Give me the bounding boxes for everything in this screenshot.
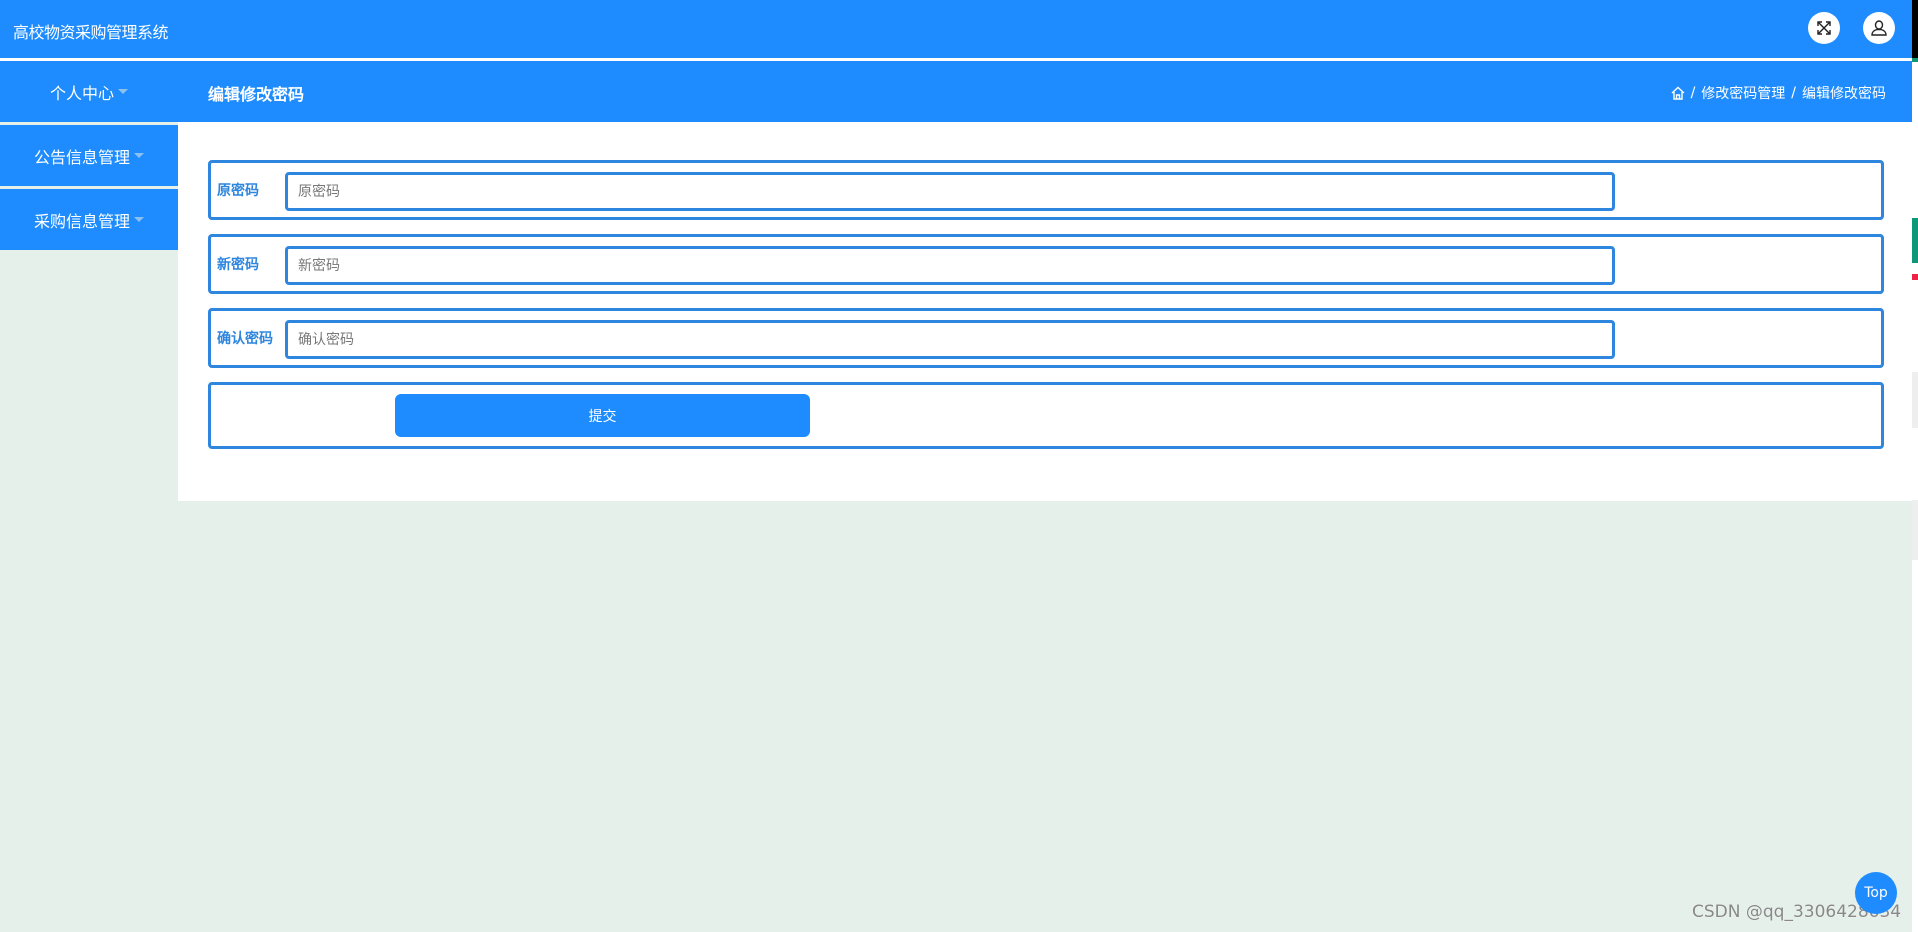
top-header: 高校物资采购管理系统 bbox=[0, 0, 1912, 58]
home-icon[interactable] bbox=[1671, 86, 1685, 100]
form-row-actions: 提交 bbox=[208, 382, 1884, 449]
old-password-label: 原密码 bbox=[217, 183, 259, 199]
caret-down-icon bbox=[134, 153, 144, 158]
form-panel: 原密码 新密码 确认密码 提交 bbox=[178, 122, 1912, 501]
user-icon bbox=[1871, 20, 1887, 36]
breadcrumb-separator: / bbox=[1791, 85, 1796, 101]
new-password-label: 新密码 bbox=[217, 257, 259, 273]
submit-button[interactable]: 提交 bbox=[395, 394, 810, 437]
page-title: 编辑修改密码 bbox=[208, 85, 305, 104]
form-row-confirm-password: 确认密码 bbox=[208, 308, 1884, 368]
menu-personal-center[interactable]: 个人中心 bbox=[0, 61, 178, 122]
breadcrumb-separator: / bbox=[1690, 85, 1696, 101]
back-to-top-button[interactable]: Top bbox=[1855, 872, 1897, 914]
background-window-edge bbox=[1912, 0, 1918, 932]
nav-bar: 个人中心 编辑修改密码 / 修改密码管理 / 编辑修改密码 bbox=[0, 61, 1912, 122]
confirm-password-input[interactable] bbox=[285, 320, 1615, 359]
app-title: 高校物资采购管理系统 bbox=[13, 23, 169, 42]
fullscreen-button[interactable] bbox=[1808, 12, 1840, 44]
sidebar-item-label: 采购信息管理 bbox=[33, 211, 130, 231]
sidebar-item-purchase-management[interactable]: 采购信息管理 bbox=[0, 189, 178, 250]
breadcrumb-item[interactable]: 修改密码管理 bbox=[1701, 83, 1785, 103]
breadcrumb: / 修改密码管理 / 编辑修改密码 bbox=[1671, 83, 1886, 103]
breadcrumb-item-current: 编辑修改密码 bbox=[1802, 86, 1886, 102]
caret-down-icon bbox=[118, 89, 128, 94]
sidebar-item-notice-management[interactable]: 公告信息管理 bbox=[0, 125, 178, 186]
form-row-new-password: 新密码 bbox=[208, 234, 1884, 294]
sidebar-item-label: 公告信息管理 bbox=[33, 147, 130, 167]
confirm-password-label: 确认密码 bbox=[217, 331, 273, 347]
old-password-input[interactable] bbox=[285, 172, 1615, 211]
menu-personal-center-label: 个人中心 bbox=[49, 83, 114, 103]
fullscreen-icon bbox=[1817, 21, 1831, 35]
form-row-old-password: 原密码 bbox=[208, 160, 1884, 220]
caret-down-icon bbox=[134, 217, 144, 222]
new-password-input[interactable] bbox=[285, 246, 1615, 285]
user-menu-button[interactable] bbox=[1863, 12, 1895, 44]
